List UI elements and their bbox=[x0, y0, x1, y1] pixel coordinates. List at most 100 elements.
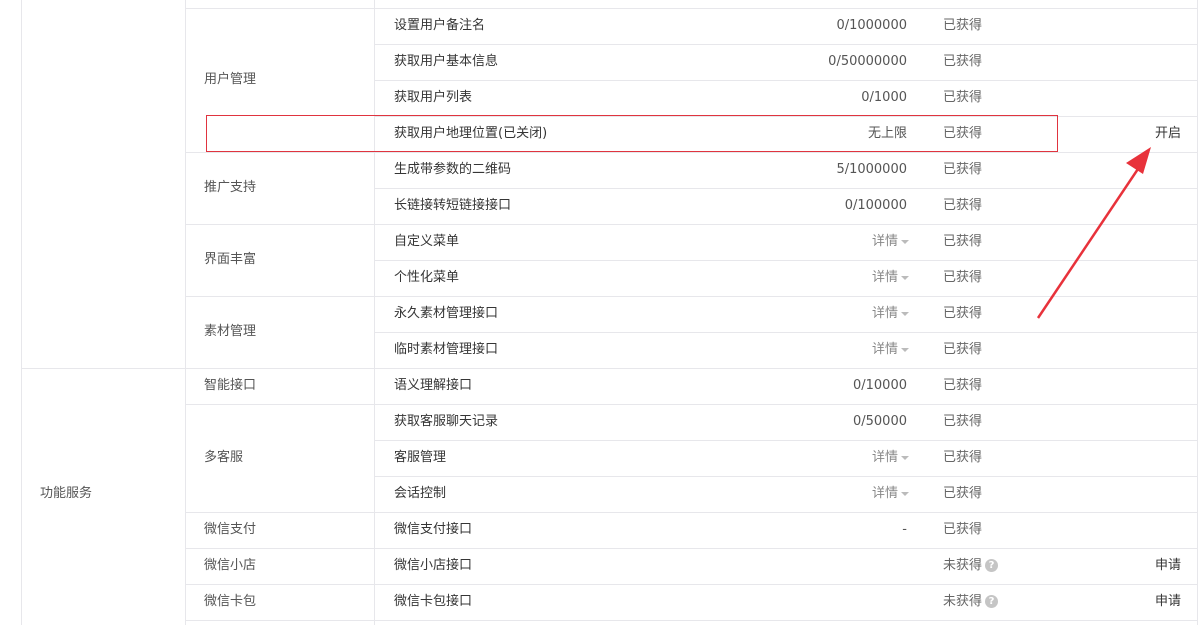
status-label: 已获得 bbox=[943, 16, 982, 36]
detail-dropdown[interactable]: 详情 bbox=[872, 448, 910, 468]
status-label: 已获得 bbox=[943, 268, 982, 288]
status-text: 已获得 bbox=[943, 522, 983, 537]
group-label: 功能服务 bbox=[40, 486, 93, 501]
status-text: 已获得 bbox=[943, 342, 983, 357]
api-name: 会话控制 bbox=[394, 486, 447, 501]
api-name: 生成带参数的二维码 bbox=[394, 162, 512, 177]
chevron-down-icon bbox=[901, 311, 910, 316]
status-text: 已获得 bbox=[943, 198, 983, 213]
api-column-border bbox=[374, 0, 375, 625]
quota-value: 0/100000 bbox=[844, 198, 907, 213]
status-label: 未获得? bbox=[943, 592, 999, 612]
row-divider bbox=[374, 80, 1197, 81]
category-divider bbox=[185, 404, 374, 405]
api-name: 语义理解接口 bbox=[394, 378, 473, 393]
category-label: 用户管理 bbox=[204, 72, 257, 87]
row-divider bbox=[374, 548, 1197, 549]
status-label: 已获得 bbox=[943, 196, 982, 216]
status-text: 已获得 bbox=[943, 270, 983, 285]
category-divider bbox=[185, 152, 374, 153]
quota-value: 5/1000000 bbox=[836, 162, 907, 177]
status-label: 已获得 bbox=[943, 412, 982, 432]
row-divider bbox=[374, 8, 1197, 9]
detail-label: 详情 bbox=[872, 450, 899, 465]
api-name: 长链接转短链接接口 bbox=[394, 198, 512, 213]
row-divider bbox=[374, 332, 1197, 333]
category-divider bbox=[185, 584, 374, 585]
row-divider bbox=[374, 44, 1197, 45]
detail-label: 详情 bbox=[872, 342, 899, 357]
highlight-box-location-row bbox=[206, 115, 1058, 152]
api-name: 设置用户备注名 bbox=[394, 18, 486, 33]
status-text: 已获得 bbox=[943, 486, 983, 501]
row-divider bbox=[374, 152, 1197, 153]
category-label: 素材管理 bbox=[204, 324, 257, 339]
chevron-down-icon bbox=[901, 455, 910, 460]
api-name: 微信支付接口 bbox=[394, 522, 473, 537]
status-label: 已获得 bbox=[943, 304, 982, 324]
status-text: 已获得 bbox=[943, 90, 983, 105]
status-label: 已获得 bbox=[943, 484, 982, 504]
status-label: 已获得 bbox=[943, 88, 982, 108]
category-divider bbox=[185, 512, 374, 513]
status-label: 已获得 bbox=[943, 232, 982, 252]
category-divider bbox=[185, 224, 374, 225]
status-label: 已获得 bbox=[943, 520, 982, 540]
detail-dropdown[interactable]: 详情 bbox=[872, 268, 910, 288]
row-divider bbox=[374, 296, 1197, 297]
row-divider bbox=[374, 224, 1197, 225]
quota-value: 0/1000 bbox=[861, 90, 907, 105]
row-divider bbox=[374, 368, 1197, 369]
api-name: 微信小店接口 bbox=[394, 558, 473, 573]
apply-button[interactable]: 申请 bbox=[1155, 556, 1181, 576]
row-divider bbox=[374, 440, 1197, 441]
quota-value: 0/50000 bbox=[852, 414, 907, 429]
table-right-border bbox=[1197, 0, 1198, 625]
detail-label: 详情 bbox=[872, 306, 899, 321]
quota-value: 0/10000 bbox=[852, 378, 907, 393]
status-text: 已获得 bbox=[943, 162, 983, 177]
category-label: 微信小店 bbox=[204, 558, 257, 573]
api-name: 个性化菜单 bbox=[394, 270, 460, 285]
category-divider bbox=[185, 296, 374, 297]
api-name: 客服管理 bbox=[394, 450, 447, 465]
detail-label: 详情 bbox=[872, 486, 899, 501]
status-text: 已获得 bbox=[943, 414, 983, 429]
chevron-down-icon bbox=[901, 275, 910, 280]
category-divider bbox=[185, 548, 374, 549]
detail-label: 详情 bbox=[872, 270, 899, 285]
status-text: 已获得 bbox=[943, 450, 983, 465]
api-name: 获取用户列表 bbox=[394, 90, 473, 105]
detail-dropdown[interactable]: 详情 bbox=[872, 304, 910, 324]
row-divider bbox=[374, 476, 1197, 477]
group-divider bbox=[21, 368, 185, 369]
detail-dropdown[interactable]: 详情 bbox=[872, 232, 910, 252]
quota-value: - bbox=[902, 522, 907, 537]
row-divider bbox=[374, 188, 1197, 189]
status-text: 已获得 bbox=[943, 18, 983, 33]
detail-dropdown[interactable]: 详情 bbox=[872, 484, 910, 504]
status-label: 已获得 bbox=[943, 340, 982, 360]
arrow-shaft bbox=[1036, 159, 1146, 319]
api-name: 临时素材管理接口 bbox=[394, 342, 499, 357]
status-text: 未获得 bbox=[943, 558, 983, 573]
status-label: 已获得 bbox=[943, 52, 982, 72]
row-divider bbox=[374, 404, 1197, 405]
help-circle-icon[interactable]: ? bbox=[985, 595, 999, 608]
api-name: 永久素材管理接口 bbox=[394, 306, 499, 321]
red-arrow-annotation bbox=[1036, 147, 1151, 319]
chevron-down-icon bbox=[901, 491, 910, 496]
category-divider bbox=[185, 368, 374, 369]
detail-label: 详情 bbox=[872, 234, 899, 249]
status-label: 已获得 bbox=[943, 376, 982, 396]
category-label: 微信支付 bbox=[204, 522, 257, 537]
help-circle-icon[interactable]: ? bbox=[985, 559, 999, 572]
status-label: 已获得 bbox=[943, 448, 982, 468]
enable-button[interactable]: 开启 bbox=[1155, 124, 1181, 144]
row-divider bbox=[374, 512, 1197, 513]
status-text: 已获得 bbox=[943, 306, 983, 321]
table-left-border bbox=[21, 0, 22, 625]
category-divider bbox=[185, 8, 374, 9]
apply-button[interactable]: 申请 bbox=[1155, 592, 1181, 612]
detail-dropdown[interactable]: 详情 bbox=[872, 340, 910, 360]
